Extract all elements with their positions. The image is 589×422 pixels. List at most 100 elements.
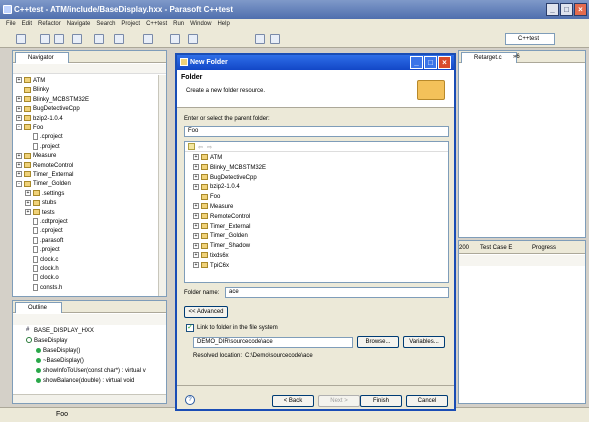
folder-tree-item[interactable]: + ATM xyxy=(193,154,222,163)
outline-item[interactable]: # BASE_DISPLAY_HXX xyxy=(26,327,94,336)
menu-window[interactable]: Window xyxy=(190,19,211,30)
navigator-item[interactable]: + tests xyxy=(25,209,55,218)
expand-icon[interactable]: + xyxy=(193,213,199,220)
navigator-item[interactable]: + ATM xyxy=(16,77,45,86)
forward-arrow-icon[interactable]: ⇨ xyxy=(207,144,212,151)
navigator-item[interactable]: clock.c xyxy=(25,255,58,265)
folder-tree-item[interactable]: + Timer_Golden xyxy=(193,232,248,241)
navigator-item[interactable]: + Timer_External xyxy=(16,171,73,180)
next-button[interactable]: Next > xyxy=(318,395,360,407)
navigator-item[interactable]: + .settings xyxy=(25,190,64,199)
navigator-item[interactable]: + RemoteControl xyxy=(16,162,73,171)
navigator-item[interactable]: .parasoft xyxy=(25,236,63,246)
bottom-tab-progress[interactable]: Progress xyxy=(532,244,556,252)
menu-refactor[interactable]: Refactor xyxy=(38,19,61,30)
expand-icon[interactable]: + xyxy=(25,209,31,216)
expand-icon[interactable]: + xyxy=(193,242,199,249)
menu-edit[interactable]: Edit xyxy=(22,19,32,30)
folder-tree-item[interactable]: + Measure xyxy=(193,203,233,212)
forward-icon[interactable] xyxy=(270,34,280,44)
back-icon[interactable] xyxy=(255,34,265,44)
expand-icon[interactable]: + xyxy=(25,199,31,206)
expand-icon[interactable]: + xyxy=(16,115,22,122)
navigator-item[interactable]: + BugDetectiveCpp xyxy=(16,105,80,114)
outline-item[interactable]: showInfoToUser(const char*) : virtual v xyxy=(36,367,146,376)
collapse-icon[interactable]: - xyxy=(16,180,22,187)
navigator-item[interactable]: - Timer_Golden xyxy=(16,180,71,189)
save-icon[interactable] xyxy=(40,34,50,44)
expand-icon[interactable]: + xyxy=(193,203,199,210)
search-icon[interactable] xyxy=(143,34,153,44)
perspective-button[interactable]: C++test xyxy=(505,33,555,45)
folder-tree-item[interactable]: + Blinky_MCBSTM32E xyxy=(193,164,266,173)
navigator-item[interactable]: + Measure xyxy=(16,152,56,161)
outline-scrollbar[interactable] xyxy=(13,394,166,403)
help-icon[interactable]: ? xyxy=(185,395,195,405)
open-folder-icon[interactable] xyxy=(170,34,180,44)
link-path-input[interactable]: DEMO_DIR\sourcecode\ace xyxy=(193,337,353,348)
navigator-item[interactable]: .cproject xyxy=(25,133,63,142)
expand-icon[interactable]: + xyxy=(193,174,199,181)
outline-tab[interactable]: Outline xyxy=(15,302,63,313)
outline-item[interactable]: BaseDisplay() xyxy=(36,347,80,356)
navigator-item[interactable]: - Foo xyxy=(16,124,43,133)
folder-tree-item[interactable]: + RemoteControl xyxy=(193,213,250,222)
folder-tree-item[interactable]: + bzip2-1.0.4 xyxy=(193,183,240,192)
expand-icon[interactable]: + xyxy=(193,183,199,190)
variables-button[interactable]: Variables... xyxy=(403,336,445,348)
folder-tree-item[interactable]: + TpiC6x xyxy=(193,262,229,271)
navigator-item[interactable]: + bzip2-1.0.4 xyxy=(16,115,63,124)
expand-icon[interactable]: + xyxy=(193,223,199,230)
outline-item[interactable]: BaseDisplay xyxy=(26,337,67,346)
expand-icon[interactable]: + xyxy=(16,171,22,178)
dialog-maximize-icon[interactable]: □ xyxy=(424,56,437,69)
advanced-button[interactable]: << Advanced xyxy=(184,306,228,318)
bottom-tab-200[interactable]: 200 xyxy=(459,244,469,252)
copy-icon[interactable] xyxy=(72,34,82,44)
menu-project[interactable]: Project xyxy=(121,19,140,30)
menu-cpptest[interactable]: C++test xyxy=(146,19,167,30)
run-test-icon[interactable] xyxy=(114,34,124,44)
expand-icon[interactable]: + xyxy=(16,162,22,169)
menu-search[interactable]: Search xyxy=(96,19,115,30)
menu-file[interactable]: File xyxy=(6,19,16,30)
navigator-item[interactable]: clock.h xyxy=(25,265,59,274)
bottom-tab-test-case[interactable]: Test Case E xyxy=(480,244,512,252)
minimize-icon[interactable]: _ xyxy=(546,3,559,16)
expand-icon[interactable]: + xyxy=(16,105,22,112)
editor-overflow[interactable]: »6 xyxy=(513,53,520,61)
print-icon[interactable] xyxy=(54,34,64,44)
folder-tree-item[interactable]: + Timer_Shadow xyxy=(193,242,250,251)
expand-icon[interactable]: + xyxy=(193,164,199,171)
navigator-item[interactable]: clock.o xyxy=(25,274,59,283)
folder-name-input[interactable]: ace xyxy=(225,287,449,298)
navigator-item[interactable]: + stubs xyxy=(25,199,56,208)
navigator-item[interactable]: .project xyxy=(25,142,60,152)
menu-run[interactable]: Run xyxy=(173,19,184,30)
back-arrow-icon[interactable]: ⇦ xyxy=(198,144,203,151)
cancel-button[interactable]: Cancel xyxy=(406,395,448,407)
navigator-item[interactable]: + Blinky_MCBSTM32E xyxy=(16,96,89,105)
build-icon[interactable] xyxy=(94,34,104,44)
parent-folder-input[interactable]: Foo xyxy=(184,126,449,137)
expand-icon[interactable]: + xyxy=(193,154,199,161)
dialog-close-icon[interactable]: × xyxy=(438,56,451,69)
navigator-item[interactable]: .project xyxy=(25,246,60,255)
link-checkbox[interactable]: ✓ xyxy=(186,324,194,332)
expand-icon[interactable]: + xyxy=(193,262,199,269)
expand-icon[interactable]: + xyxy=(193,232,199,239)
new-icon[interactable] xyxy=(16,34,26,44)
navigator-item[interactable]: .cdtproject xyxy=(25,218,68,227)
editor-tab[interactable]: Retarget.c xyxy=(461,52,517,63)
expand-icon[interactable]: + xyxy=(16,96,22,103)
edit-icon[interactable] xyxy=(188,34,198,44)
browse-button[interactable]: Browse... xyxy=(357,336,399,348)
expand-icon[interactable]: + xyxy=(16,152,22,159)
outline-item[interactable]: ~BaseDisplay() xyxy=(36,357,84,366)
close-icon[interactable]: × xyxy=(574,3,587,16)
home-icon[interactable] xyxy=(188,143,195,150)
expand-icon[interactable]: + xyxy=(16,77,22,84)
dialog-minimize-icon[interactable]: _ xyxy=(410,56,423,69)
expand-icon[interactable]: + xyxy=(193,252,199,259)
collapse-icon[interactable]: - xyxy=(16,124,22,131)
